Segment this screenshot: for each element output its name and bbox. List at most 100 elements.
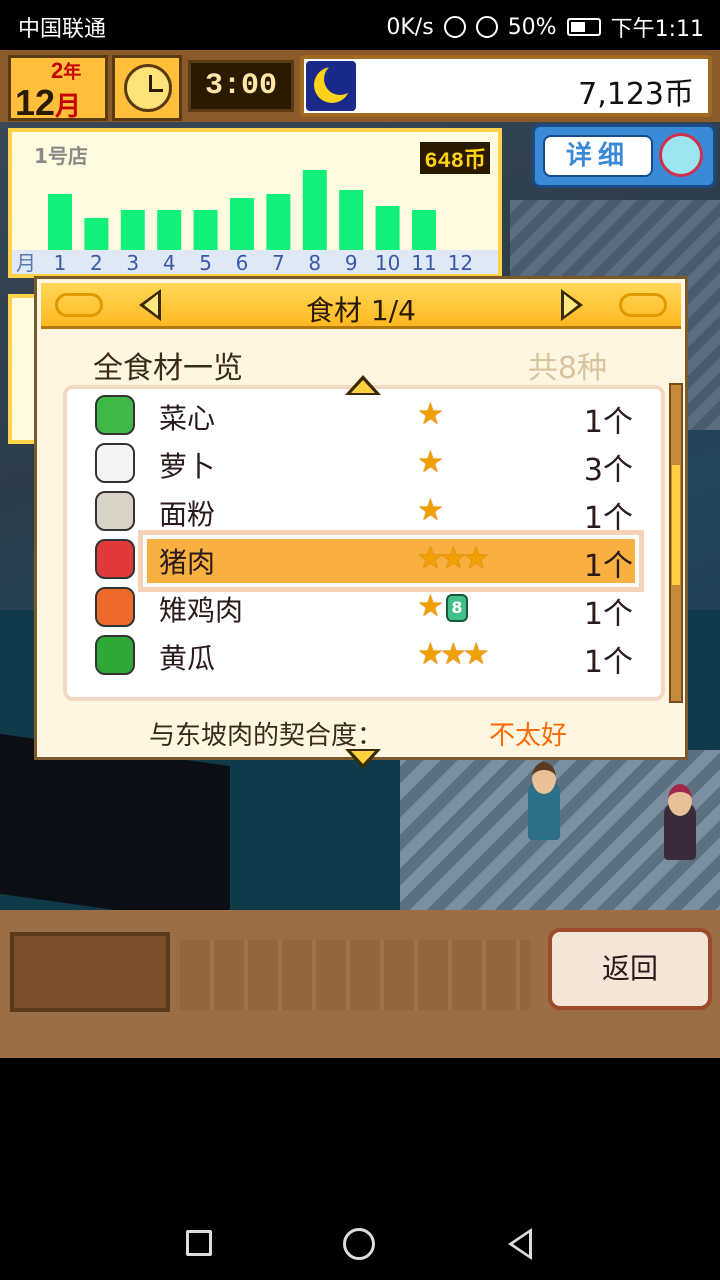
battery-icon: [566, 18, 601, 36]
calendar: 2年 12月: [8, 55, 108, 123]
ingredient-qty: 1个: [583, 501, 633, 536]
recent-apps-button[interactable]: [186, 1230, 212, 1256]
ingredient-qty: 1个: [583, 405, 633, 440]
rating-stars: ★★★: [417, 637, 490, 672]
month-tick-label: 9: [345, 251, 358, 274]
money-value: 7,123币: [578, 77, 694, 112]
moon-icon: [306, 61, 356, 111]
dialog-title: 食材 1/4: [306, 294, 416, 327]
faded-menu-icons: [180, 940, 530, 1010]
sales-bar: [84, 218, 109, 250]
store-sales: 648币: [420, 142, 490, 174]
flour-sack-icon: [95, 491, 135, 531]
rating-stars: ★: [417, 493, 444, 528]
ingredient-name: 黄瓜: [159, 642, 216, 675]
list-scrollbar[interactable]: [669, 383, 683, 703]
navigation-bar: [0, 1200, 720, 1280]
year-label: 2年: [51, 58, 82, 83]
scroll-thumb[interactable]: [672, 465, 680, 585]
sales-bar: [412, 210, 436, 250]
ingredient-name: 菜心: [159, 402, 216, 435]
empty-slot[interactable]: [10, 932, 170, 1012]
month-tick-label: 2: [90, 251, 103, 274]
clock-label: 下午1:11: [610, 17, 704, 42]
store-name: 1号店: [34, 144, 88, 168]
sales-bar: [230, 198, 254, 250]
sales-bar: [266, 194, 291, 250]
ingredient-row[interactable]: 雉鸡肉 ★ 8 1个: [67, 583, 669, 632]
compat-value: 不太好: [489, 721, 568, 751]
sales-bar: [302, 170, 327, 250]
ingredient-name: 面粉: [159, 498, 216, 531]
status-icons: 0K/s 50% 下午1:11: [386, 11, 704, 43]
radish-icon: [95, 443, 135, 483]
cabbage-icon: [95, 395, 135, 435]
status-bar: 中国联通 0K/s 50% 下午1:11: [0, 0, 720, 50]
month-label: 12月: [15, 82, 82, 123]
month-tick-label: 11: [411, 251, 436, 274]
month-tick-label: 8: [308, 251, 321, 274]
cucumber-icon: [95, 635, 135, 675]
ingredient-qty: 3个: [583, 453, 633, 488]
eye-icon: [475, 16, 498, 38]
compat-label: 与东坡肉的契合度：: [149, 721, 384, 751]
ingredient-row[interactable]: 猪肉 ★★★ 1个: [67, 535, 669, 587]
details-button[interactable]: 详细: [532, 124, 716, 188]
store-sales-panel[interactable]: 月 1 2 3 4 5 6 7 8 9 10 11 12 1号店 648币: [8, 128, 502, 278]
battery-percent: 50%: [507, 14, 557, 40]
ingredient-row[interactable]: 黄瓜 ★★★ 1个: [67, 631, 669, 680]
home-button[interactable]: [343, 1228, 375, 1260]
month-tick-label: 10: [375, 251, 400, 274]
customer-sprite: [528, 762, 560, 840]
month-tick-label: 6: [236, 251, 249, 274]
clock-icon: [112, 55, 182, 121]
rating-stars: ★: [417, 445, 444, 480]
ingredient-qty: 1个: [583, 549, 633, 584]
sales-bar: [48, 194, 72, 250]
swirl-ornament-icon: [619, 293, 667, 317]
scroll-down-arrow[interactable]: [345, 749, 381, 769]
ingredient-count: 共8种: [527, 351, 607, 386]
ingredient-name: 雉鸡肉: [159, 594, 244, 627]
month-tick-label: 7: [272, 251, 285, 274]
gem-badge-icon: 8: [445, 593, 468, 622]
month-tick-label: 5: [199, 251, 212, 274]
rating-stars: ★: [417, 397, 444, 432]
month-axis-label: 月: [16, 251, 36, 274]
sales-bar: [157, 210, 182, 250]
selection-highlight: [143, 535, 639, 587]
mascot-icon: [659, 133, 703, 177]
customer-sprite: [664, 784, 696, 860]
ingredient-name: 猪肉: [159, 546, 216, 579]
carrier-label: 中国联通: [18, 17, 107, 42]
back-nav-button[interactable]: [508, 1228, 532, 1260]
money-display: 7,123币: [300, 55, 712, 117]
month-tick-label: 12: [448, 251, 473, 274]
sales-bar: [193, 210, 218, 250]
details-label: 详细: [543, 135, 653, 177]
sales-bar: [375, 206, 400, 250]
sales-bar: [120, 210, 145, 250]
month-tick-label: 4: [163, 251, 176, 274]
scroll-up-arrow[interactable]: [345, 375, 381, 395]
ingredient-row[interactable]: 萝卜 ★ 3个: [67, 439, 669, 488]
rating-stars: ★ 8: [417, 589, 468, 624]
ingredient-qty: 1个: [583, 645, 633, 680]
mute-icon: [443, 16, 466, 38]
net-speed: 0K/s: [386, 14, 434, 40]
back-button[interactable]: 返回: [548, 928, 712, 1010]
next-page-arrow[interactable]: [561, 289, 583, 321]
pork-icon: [95, 539, 135, 579]
sales-bar: [339, 190, 364, 250]
game-time: 3:00: [188, 60, 294, 112]
ingredient-row[interactable]: 菜心 ★ 1个: [67, 391, 669, 440]
ingredient-dialog: 食材 1/4 全食材一览 共8种 菜心 ★ 1个 萝卜 ★ 3个 面粉 ★ 1个 猪肉 ★★★ 1个雉…: [34, 276, 688, 769]
ingredient-list: 菜心 ★ 1个 萝卜 ★ 3个 面粉 ★ 1个 猪肉 ★★★ 1个 雉鸡肉 ★ 8 1个 黄瓜 ★★★ 1个: [63, 385, 665, 701]
list-subtitle: 全食材一览: [93, 351, 243, 386]
ingredient-row[interactable]: 面粉 ★ 1个: [67, 487, 669, 536]
month-tick-label: 3: [126, 251, 139, 274]
ingredient-qty: 1个: [583, 597, 633, 632]
dialog-header: 食材 1/4: [41, 283, 681, 329]
ingredient-name: 萝卜: [159, 450, 216, 483]
rating-stars: ★★★: [417, 541, 490, 576]
